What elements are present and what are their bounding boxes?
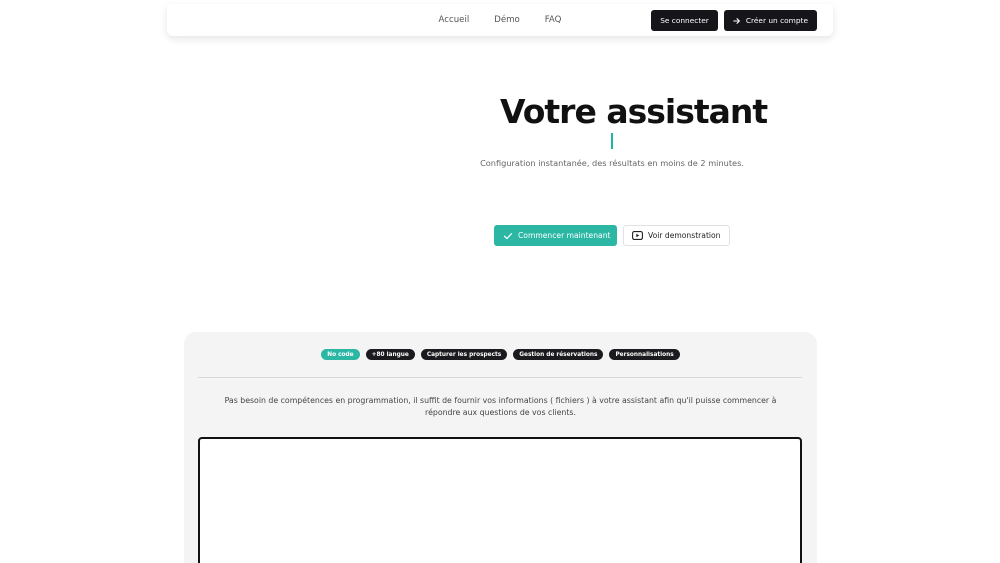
nav-link-demo[interactable]: Démo — [494, 15, 520, 25]
hero-subtitle: Configuration instantanée, des résultats… — [480, 158, 744, 168]
hero-title: Votre assistant — [500, 92, 768, 131]
signup-button-label: Créer un compte — [745, 16, 808, 25]
feature-tag[interactable]: Gestion de réservations — [513, 349, 604, 360]
hero-cta-group: Commencer maintenant Voir demonstration — [494, 225, 730, 246]
feature-tag[interactable]: Capturer les prospects — [420, 349, 508, 360]
check-icon — [503, 231, 513, 241]
feature-tags: No code +80 langue Capturer les prospect… — [184, 349, 817, 360]
start-now-button[interactable]: Commencer maintenant — [494, 225, 617, 246]
panel-divider — [198, 377, 802, 378]
nav-link-faq[interactable]: FAQ — [545, 15, 562, 25]
feature-media-frame — [198, 437, 802, 563]
nav-link-accueil[interactable]: Accueil — [439, 15, 470, 25]
feature-tag[interactable]: No code — [321, 349, 360, 360]
feature-description-line: Pas besoin de compétences en programmati… — [224, 396, 777, 405]
view-demo-label: Voir demonstration — [648, 231, 721, 240]
feature-tag[interactable]: Personnalisations — [609, 349, 680, 360]
top-navbar: Accueil Démo FAQ Se connecter Créer un c… — [167, 4, 833, 36]
signup-button[interactable]: Créer un compte — [723, 10, 817, 31]
feature-description: Pas besoin de compétences en programmati… — [184, 395, 817, 419]
arrow-right-icon — [733, 17, 741, 25]
login-button-label: Se connecter — [660, 16, 709, 25]
view-demo-button[interactable]: Voir demonstration — [623, 225, 730, 246]
features-panel: No code +80 langue Capturer les prospect… — [184, 332, 817, 563]
typing-cursor — [611, 133, 613, 149]
play-icon — [632, 231, 643, 240]
login-button[interactable]: Se connecter — [651, 10, 718, 31]
nav-buttons: Se connecter Créer un compte — [651, 10, 817, 31]
feature-tag[interactable]: +80 langue — [365, 349, 415, 360]
start-now-label: Commencer maintenant — [518, 231, 611, 240]
feature-description-line: répondre aux questions de vos clients. — [425, 408, 576, 417]
